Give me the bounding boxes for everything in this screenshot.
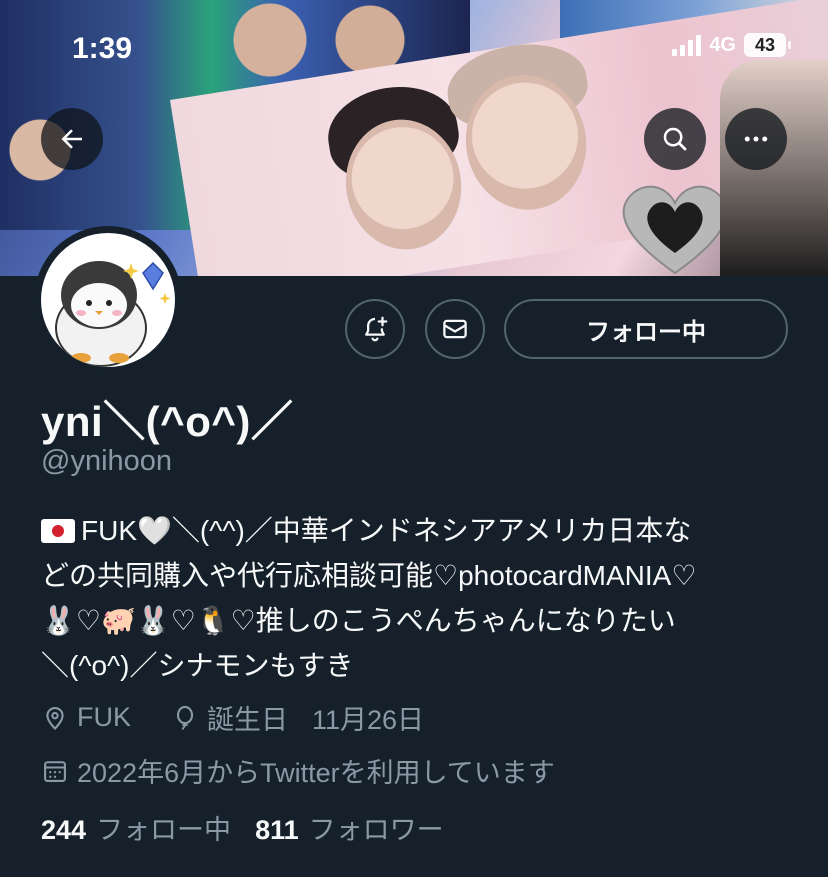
more-button[interactable] [725, 108, 787, 170]
followers-link[interactable]: 811 フォロワー [255, 808, 444, 847]
signal-icon [672, 34, 702, 56]
calendar-icon [44, 760, 66, 782]
location-text: FUK [77, 702, 131, 732]
follow-stats: 244 フォロー中 811 フォロワー [41, 808, 444, 847]
user-handle: @ynihoon [41, 445, 173, 477]
followers-count: 811 [255, 815, 299, 845]
network-type: 4G [709, 33, 736, 56]
battery-icon: 43 [744, 33, 791, 57]
status-indicators: 4G 43 [672, 33, 791, 57]
more-icon [744, 136, 768, 142]
bio-line: 🐰♡🐖🐰♡🐧♡推しのこうぺんちゃんになりたい [41, 605, 676, 636]
followers-label: フォロワー [308, 815, 444, 845]
joined-text: 2022年6月からTwitterを利用しています [77, 758, 555, 788]
balloon-icon [176, 705, 194, 730]
back-button[interactable] [41, 108, 103, 170]
search-button[interactable] [644, 108, 706, 170]
avatar-image [41, 233, 175, 367]
envelope-icon [443, 319, 467, 339]
display-name: yni＼(^o^)／ [41, 398, 294, 445]
glitter-heart-icon [622, 185, 728, 275]
following-button[interactable]: フォロー中 [504, 299, 788, 359]
japan-flag-icon [41, 519, 75, 543]
bio-line[interactable]: どの共同購入や代行応相談可能♡photocardMANIA♡ [41, 553, 801, 598]
joined-row: 2022年6月からTwitterを利用しています [41, 751, 555, 790]
penguin-icon [55, 261, 171, 367]
bio-line: FUK🤍＼(^^)／中華インドネシアアメリカ日本な [41, 508, 801, 553]
search-icon [663, 127, 687, 151]
back-arrow-icon [61, 129, 82, 149]
birthday-label: 誕生日 [207, 705, 288, 735]
profile-meta: FUK 誕生日 11月26日 [41, 698, 424, 737]
birthday-value: 11月26日 [312, 705, 425, 735]
message-button[interactable] [425, 299, 485, 359]
banner-hand [720, 60, 828, 276]
notification-button[interactable] [345, 299, 405, 359]
bell-plus-icon [365, 316, 388, 342]
status-time: 1:39 [72, 32, 133, 65]
following-link[interactable]: 244 フォロー中 [41, 808, 231, 847]
avatar[interactable] [34, 226, 182, 374]
bio-line: ＼(^o^)／シナモンもすき [41, 650, 354, 681]
profile-screen: 1:39 4G 43 フォロー中 yni＼(^o^)／ @ynihoon FUK… [0, 0, 828, 877]
location-icon [46, 706, 64, 730]
following-count: 244 [41, 815, 87, 845]
bio: FUK🤍＼(^^)／中華インドネシアアメリカ日本な どの共同購入や代行応相談可能… [41, 508, 801, 688]
following-label: フォロー中 [96, 815, 232, 845]
